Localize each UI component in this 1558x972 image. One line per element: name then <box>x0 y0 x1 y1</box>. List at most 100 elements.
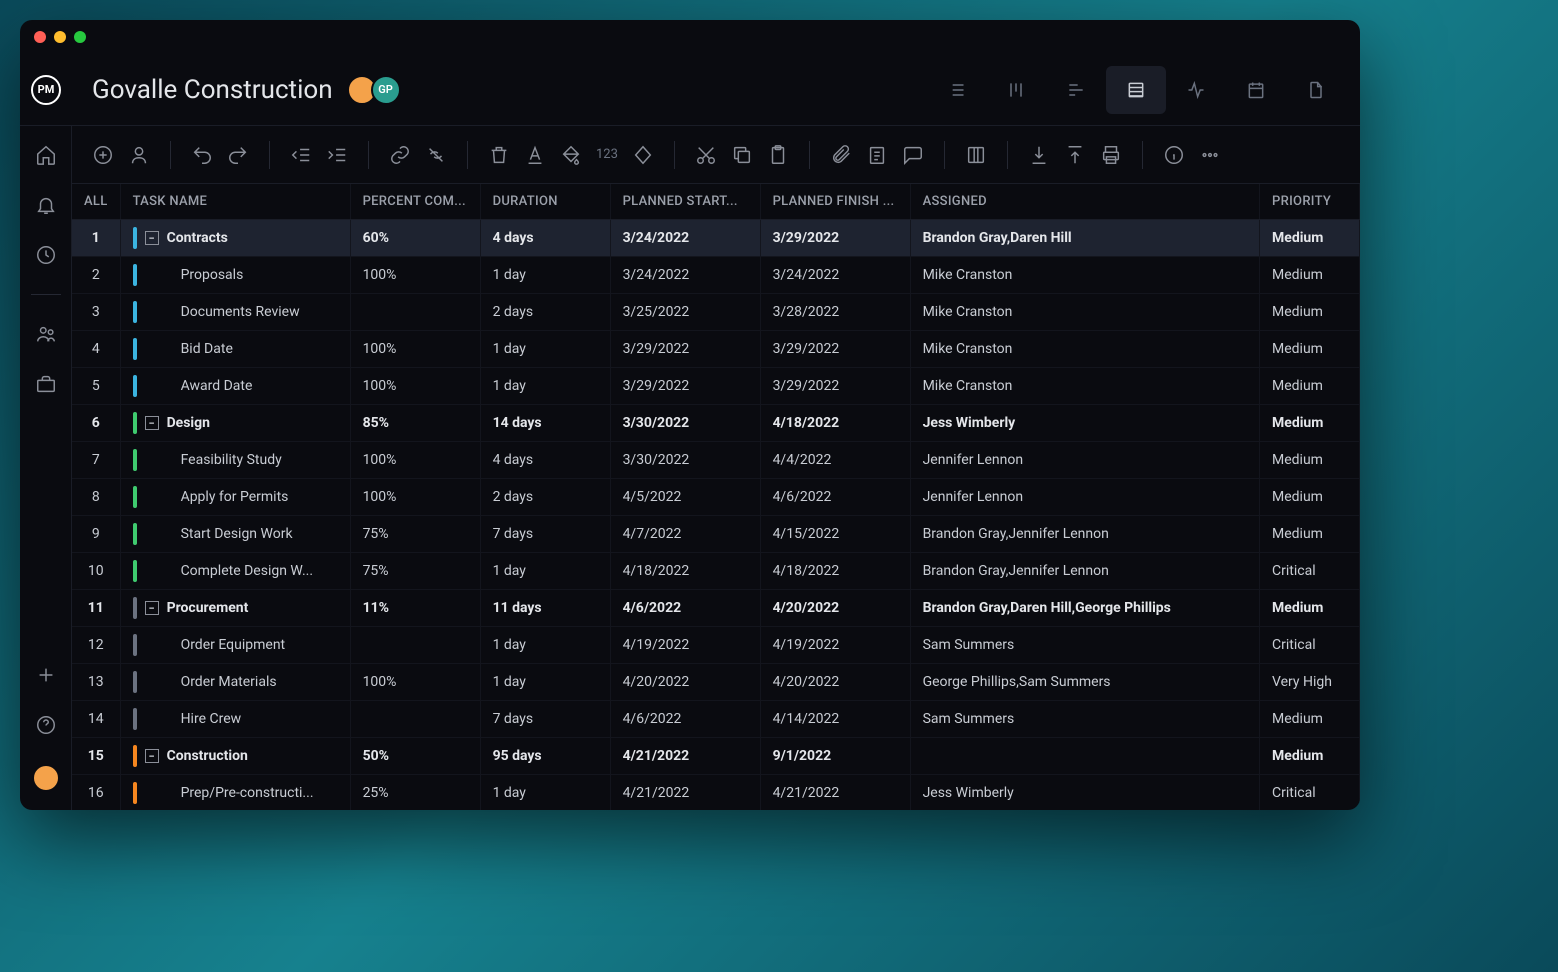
col-all[interactable]: ALL <box>72 184 120 220</box>
cell-pct[interactable]: 100% <box>350 442 480 479</box>
col-duration[interactable]: DURATION <box>480 184 610 220</box>
row-number[interactable]: 13 <box>72 664 120 701</box>
cell-finish[interactable]: 4/6/2022 <box>760 479 910 516</box>
row-number[interactable]: 1 <box>72 220 120 257</box>
minimize-icon[interactable] <box>54 31 66 43</box>
table-row[interactable]: 16Prep/Pre-constructi...25%1 day4/21/202… <box>72 775 1360 811</box>
task-name[interactable]: Contracts <box>167 230 228 246</box>
cell-pct[interactable]: 50% <box>350 738 480 775</box>
trash-icon[interactable] <box>488 144 510 166</box>
attach-icon[interactable] <box>830 144 852 166</box>
paste-icon[interactable] <box>767 144 789 166</box>
cell-priority[interactable]: Medium <box>1260 516 1360 553</box>
table-row[interactable]: 15−Construction50%95 days4/21/20229/1/20… <box>72 738 1360 775</box>
cell-priority[interactable]: Medium <box>1260 257 1360 294</box>
cell-duration[interactable]: 14 days <box>480 405 610 442</box>
table-row[interactable]: 14Hire Crew7 days4/6/20224/14/2022Sam Su… <box>72 701 1360 738</box>
row-number[interactable]: 15 <box>72 738 120 775</box>
table-row[interactable]: 4Bid Date100%1 day3/29/20223/29/2022Mike… <box>72 331 1360 368</box>
cell-start[interactable]: 4/21/2022 <box>610 775 760 811</box>
table-row[interactable]: 2Proposals100%1 day3/24/20223/24/2022Mik… <box>72 257 1360 294</box>
undo-icon[interactable] <box>191 144 213 166</box>
view-sheet-icon[interactable] <box>1106 66 1166 114</box>
cell-assigned[interactable]: Brandon Gray,Jennifer Lennon <box>910 553 1259 590</box>
cell-assigned[interactable]: Jennifer Lennon <box>910 442 1259 479</box>
team-icon[interactable] <box>35 323 57 345</box>
table-row[interactable]: 7Feasibility Study100%4 days3/30/20224/4… <box>72 442 1360 479</box>
task-name[interactable]: Procurement <box>167 600 249 616</box>
user-avatar[interactable] <box>32 764 60 792</box>
cell-finish[interactable]: 4/20/2022 <box>760 590 910 627</box>
table-row[interactable]: 3Documents Review2 days3/25/20223/28/202… <box>72 294 1360 331</box>
cell-priority[interactable]: Critical <box>1260 627 1360 664</box>
plus-icon[interactable] <box>35 664 57 686</box>
cell-start[interactable]: 3/24/2022 <box>610 220 760 257</box>
cell-priority[interactable]: Medium <box>1260 220 1360 257</box>
cell-pct[interactable] <box>350 701 480 738</box>
row-number[interactable]: 10 <box>72 553 120 590</box>
cell-priority[interactable]: Medium <box>1260 701 1360 738</box>
print-icon[interactable] <box>1100 144 1122 166</box>
cell-assigned[interactable]: George Phillips,Sam Summers <box>910 664 1259 701</box>
indent-icon[interactable] <box>326 144 348 166</box>
col-assigned[interactable]: ASSIGNED <box>910 184 1259 220</box>
cell-duration[interactable]: 2 days <box>480 479 610 516</box>
cell-pct[interactable]: 100% <box>350 368 480 405</box>
redo-icon[interactable] <box>227 144 249 166</box>
task-name[interactable]: Hire Crew <box>181 711 242 727</box>
maximize-icon[interactable] <box>74 31 86 43</box>
link-icon[interactable] <box>389 144 411 166</box>
cell-pct[interactable] <box>350 627 480 664</box>
collapse-toggle[interactable]: − <box>145 231 159 245</box>
cell-finish[interactable]: 4/14/2022 <box>760 701 910 738</box>
cell-pct[interactable] <box>350 294 480 331</box>
cell-duration[interactable]: 1 day <box>480 257 610 294</box>
assign-icon[interactable] <box>128 144 150 166</box>
cell-priority[interactable]: Critical <box>1260 775 1360 811</box>
info-icon[interactable] <box>1163 144 1185 166</box>
view-file-icon[interactable] <box>1286 66 1346 114</box>
cell-start[interactable]: 3/29/2022 <box>610 331 760 368</box>
task-name[interactable]: Start Design Work <box>181 526 293 542</box>
view-activity-icon[interactable] <box>1166 66 1226 114</box>
milestone-icon[interactable] <box>632 144 654 166</box>
clock-icon[interactable] <box>35 244 57 266</box>
briefcase-icon[interactable] <box>35 373 57 395</box>
row-number[interactable]: 9 <box>72 516 120 553</box>
task-name[interactable]: Award Date <box>181 378 253 394</box>
cell-pct[interactable]: 85% <box>350 405 480 442</box>
cell-pct[interactable]: 100% <box>350 331 480 368</box>
cell-assigned[interactable]: Sam Summers <box>910 701 1259 738</box>
cell-finish[interactable]: 4/4/2022 <box>760 442 910 479</box>
row-number[interactable]: 11 <box>72 590 120 627</box>
task-name[interactable]: Prep/Pre-constructi... <box>181 785 314 801</box>
table-row[interactable]: 12Order Equipment1 day4/19/20224/19/2022… <box>72 627 1360 664</box>
row-number[interactable]: 5 <box>72 368 120 405</box>
view-list-icon[interactable] <box>926 66 986 114</box>
grid[interactable]: ALL TASK NAME PERCENT COM... DURATION PL… <box>72 184 1360 810</box>
cell-finish[interactable]: 4/18/2022 <box>760 405 910 442</box>
cell-pct[interactable]: 25% <box>350 775 480 811</box>
cell-priority[interactable]: Medium <box>1260 479 1360 516</box>
cell-finish[interactable]: 4/20/2022 <box>760 664 910 701</box>
cell-start[interactable]: 3/30/2022 <box>610 405 760 442</box>
comment-icon[interactable] <box>902 144 924 166</box>
cell-assigned[interactable]: Jess Wimberly <box>910 775 1259 811</box>
cell-duration[interactable]: 7 days <box>480 701 610 738</box>
row-number[interactable]: 8 <box>72 479 120 516</box>
assignee-avatars[interactable]: GP <box>347 75 395 105</box>
cell-assigned[interactable]: Mike Cranston <box>910 368 1259 405</box>
cell-priority[interactable]: Medium <box>1260 331 1360 368</box>
row-number[interactable]: 6 <box>72 405 120 442</box>
cell-pct[interactable]: 100% <box>350 664 480 701</box>
task-name[interactable]: Construction <box>167 748 248 764</box>
col-task[interactable]: TASK NAME <box>120 184 350 220</box>
cell-duration[interactable]: 11 days <box>480 590 610 627</box>
collapse-toggle[interactable]: − <box>145 416 159 430</box>
table-row[interactable]: 11−Procurement11%11 days4/6/20224/20/202… <box>72 590 1360 627</box>
copy-icon[interactable] <box>731 144 753 166</box>
row-number[interactable]: 3 <box>72 294 120 331</box>
cell-finish[interactable]: 4/19/2022 <box>760 627 910 664</box>
table-row[interactable]: 9Start Design Work75%7 days4/7/20224/15/… <box>72 516 1360 553</box>
cell-assigned[interactable]: Mike Cranston <box>910 294 1259 331</box>
